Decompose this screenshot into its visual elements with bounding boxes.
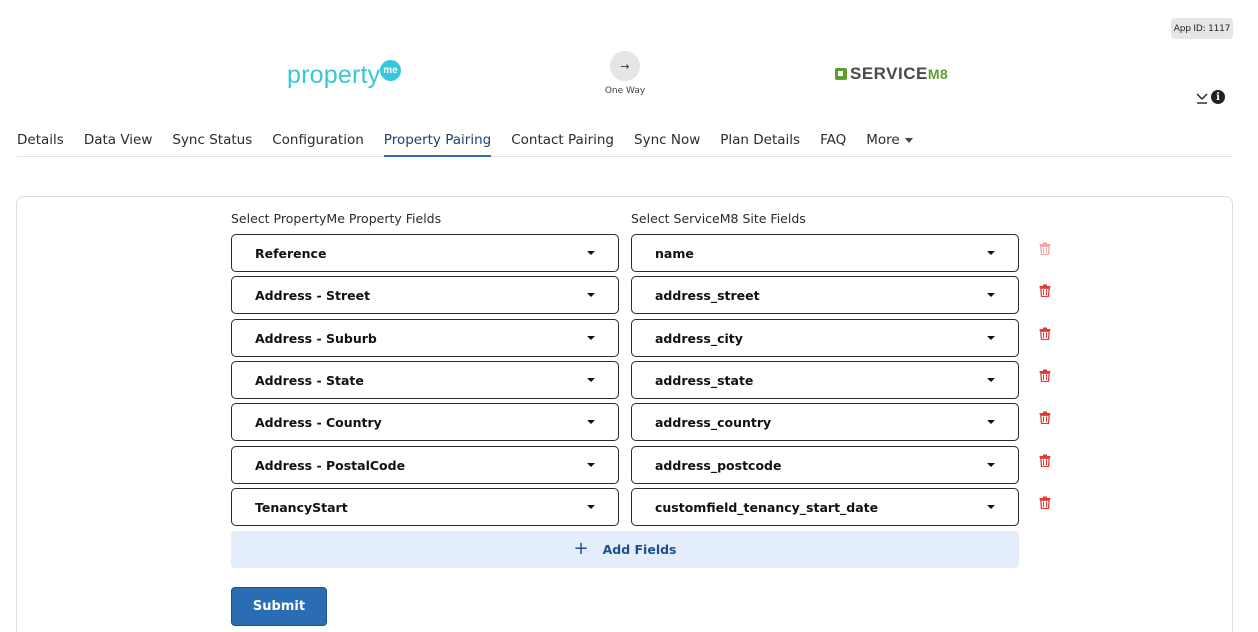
servicem8-field-select[interactable]: address_postcode <box>631 446 1019 484</box>
servicem8-logo-text: SERVICE <box>850 64 928 83</box>
trash-icon[interactable] <box>1039 367 1051 383</box>
caret-down-icon <box>987 463 995 467</box>
servicem8-field-select[interactable]: name <box>631 234 1019 272</box>
select-value: Reference <box>255 245 327 261</box>
servicem8-logo: SERVICEM8 <box>835 64 948 84</box>
propertyme-field-select[interactable]: Address - PostalCode <box>231 446 619 484</box>
tab-data-view[interactable]: Data View <box>84 128 153 157</box>
tab-label: Sync Now <box>634 132 701 148</box>
plus-icon: + <box>573 538 589 559</box>
tab-label: FAQ <box>820 132 847 148</box>
select-value: Address - Country <box>255 414 382 430</box>
caret-down-icon <box>587 420 595 424</box>
select-value: Address - Street <box>255 287 371 303</box>
servicem8-field-select[interactable]: customfield_tenancy_start_date <box>631 488 1019 526</box>
header-actions: i <box>1196 90 1225 104</box>
select-value: address_street <box>655 287 760 303</box>
caret-down-icon <box>987 378 995 382</box>
tab-label: Plan Details <box>720 132 801 148</box>
trash-icon[interactable] <box>1039 494 1051 510</box>
select-value: address_postcode <box>655 457 782 473</box>
sync-direction: → One Way <box>600 51 650 96</box>
info-icon[interactable]: i <box>1211 90 1225 104</box>
trash-icon[interactable] <box>1039 325 1051 341</box>
arrow-right-icon[interactable]: → <box>610 51 640 81</box>
tab-more[interactable]: More <box>866 128 913 157</box>
sync-direction-label: One Way <box>604 86 646 96</box>
propertyme-field-select[interactable]: Address - Country <box>231 403 619 441</box>
servicem8-field-select[interactable]: address_city <box>631 319 1019 357</box>
select-value: Address - PostalCode <box>255 457 406 473</box>
propertyme-field-select[interactable]: Address - State <box>231 361 619 399</box>
tab-configuration[interactable]: Configuration <box>272 128 364 157</box>
submit-button[interactable]: Submit <box>231 587 327 626</box>
tab-details[interactable]: Details <box>17 128 64 157</box>
servicem8-field-select[interactable]: address_street <box>631 276 1019 314</box>
tab-property-pairing[interactable]: Property Pairing <box>383 128 492 157</box>
collapse-icon[interactable] <box>1196 90 1208 104</box>
propertyme-field-select[interactable]: Reference <box>231 234 619 272</box>
tab-contact-pairing[interactable]: Contact Pairing <box>511 128 614 157</box>
app-id-badge: App ID: 1117 <box>1171 18 1233 39</box>
tab-plan-details[interactable]: Plan Details <box>720 128 800 157</box>
propertyme-field-select[interactable]: Address - Suburb <box>231 319 619 357</box>
trash-icon[interactable] <box>1039 409 1051 425</box>
tab-label: Data View <box>83 132 153 148</box>
servicem8-logo-suffix: M8 <box>927 66 949 82</box>
tab-sync-now[interactable]: Sync Now <box>634 128 700 157</box>
select-value: TenancyStart <box>255 499 348 515</box>
trash-icon[interactable] <box>1039 452 1051 468</box>
caret-down-icon <box>987 293 995 297</box>
caret-down-icon <box>904 137 913 143</box>
select-value: Address - Suburb <box>255 330 377 346</box>
caret-down-icon <box>587 251 595 255</box>
select-value: address_state <box>655 372 754 388</box>
caret-down-icon <box>987 505 995 509</box>
select-value: Address - State <box>255 372 364 388</box>
select-value: name <box>655 245 694 261</box>
caret-down-icon <box>987 420 995 424</box>
propertyme-field-select[interactable]: Address - Street <box>231 276 619 314</box>
caret-down-icon <box>587 463 595 467</box>
servicem8-field-select[interactable]: address_state <box>631 361 1019 399</box>
caret-down-icon <box>587 293 595 297</box>
tab-sync-status[interactable]: Sync Status <box>172 128 252 157</box>
select-value: customfield_tenancy_start_date <box>655 499 879 515</box>
propertyme-logo-bubble: me <box>380 60 401 81</box>
servicem8-fields-header: Select ServiceM8 Site Fields <box>631 211 806 226</box>
tab-label: More <box>866 132 900 148</box>
tab-faq[interactable]: FAQ <box>820 128 846 157</box>
propertyme-fields-header: Select PropertyMe Property Fields <box>231 211 442 226</box>
select-value: address_country <box>655 414 772 430</box>
select-value: address_city <box>655 330 743 346</box>
caret-down-icon <box>987 336 995 340</box>
propertyme-field-select[interactable]: TenancyStart <box>231 488 619 526</box>
propertyme-logo: property me <box>287 60 407 94</box>
main-tabs: Details Data View Sync Status Configuration… <box>17 128 1233 157</box>
tab-label: Details <box>17 132 64 148</box>
propertyme-logo-text: property <box>287 61 381 89</box>
caret-down-icon <box>587 505 595 509</box>
tab-label: Sync Status <box>172 132 253 148</box>
tab-label: Property Pairing <box>383 132 492 148</box>
tab-label: Configuration <box>272 132 364 148</box>
add-fields-button[interactable]: + Add Fields <box>231 531 1019 568</box>
servicem8-field-select[interactable]: address_country <box>631 403 1019 441</box>
trash-icon <box>1039 240 1051 256</box>
trash-icon[interactable] <box>1039 282 1051 298</box>
tab-label: Contact Pairing <box>511 132 615 148</box>
caret-down-icon <box>587 336 595 340</box>
add-fields-label: Add Fields <box>602 542 677 557</box>
servicem8-logo-mark <box>835 68 847 80</box>
caret-down-icon <box>587 378 595 382</box>
caret-down-icon <box>987 251 995 255</box>
